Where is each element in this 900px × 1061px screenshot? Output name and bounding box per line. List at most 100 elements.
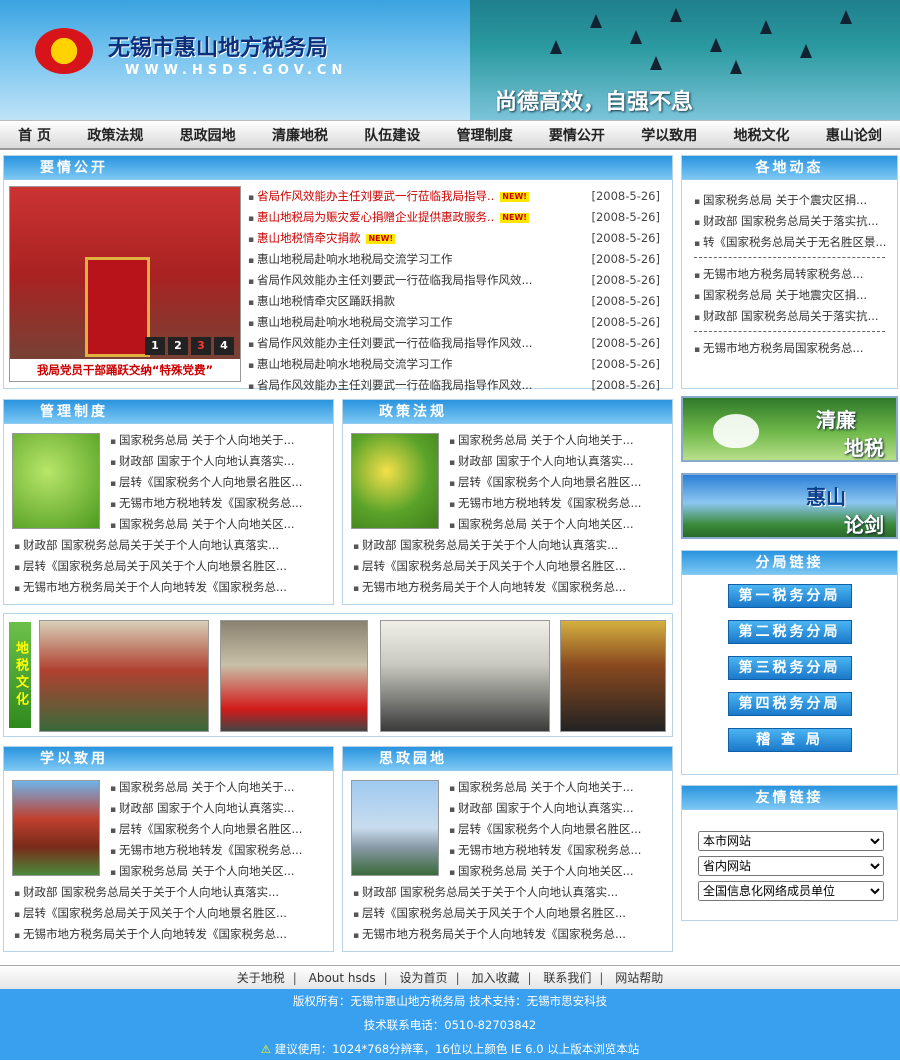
list-item[interactable]: 层转《国家税务个人向地景名胜区... [449,472,667,493]
list-item[interactable]: 无锡市地方税务局关于个人向地转发《国家税务总... [14,924,328,945]
branch-link-2[interactable]: 第二税务分局 [727,620,852,644]
news-item[interactable]: [2008-5-26] 惠山地税情牵灾捐款 NEW! [248,228,666,249]
news-title[interactable]: 惠山地税情牵灾区踊跃捐款 [257,294,395,308]
province-sites-select[interactable]: 省内网站 [698,856,884,876]
footer-link-about[interactable]: 关于地税 [237,971,285,985]
list-item[interactable]: 层转《国家税务个人向地景名胜区... [110,819,328,840]
list-item[interactable]: 财政部 国家于个人向地认真落实... [449,798,667,819]
photo-caption[interactable]: 我局党员干部踊跃交纳“特殊党费” [10,359,240,381]
news-item[interactable]: [2008-5-26] 惠山地税情牵灾区踊跃捐款 [248,291,666,312]
news-item[interactable]: [2008-5-26] 省局作风效能办主任刘要武一行莅临我局指导作风效... [248,270,666,291]
news-photo[interactable]: 1 2 3 4 我局党员干部踊跃交纳“特殊党费” [9,186,241,382]
nav-clean[interactable]: 清廉地税 [272,125,328,145]
nav-home[interactable]: 首 页 [18,125,51,145]
policy-top-list: 国家税务总局 关于个人向地关于... 财政部 国家于个人向地认真落实... 层转… [449,430,667,535]
policy-panel: 政策法规 国家税务总局 关于个人向地关于... 财政部 国家于个人向地认真落实.… [342,399,673,605]
list-item[interactable]: 国家税务总局 关于个人向地关于... [110,430,328,451]
branch-link-5[interactable]: 稽 查 局 [727,728,852,752]
list-item[interactable]: 层转《国家税务总局关于风关于个人向地景名胜区... [353,903,667,924]
news-item[interactable]: [2008-5-26] 省局作风效能办主任刘要武一行莅临我局指导.. NEW! [248,186,666,207]
list-item[interactable]: 国家税务总局 关于个人向地关于... [449,430,667,451]
list-item[interactable]: 财政部 国家税务总局关于关于个人向地认真落实... [353,882,667,903]
nav-team[interactable]: 队伍建设 [364,125,420,145]
news-title[interactable]: 惠山地税局为赈灾爱心捐赠企业提供惠政服务.. [257,210,494,224]
news-title[interactable]: 惠山地税局赴响水地税局交流学习工作 [257,252,453,266]
list-item[interactable]: 无锡市地方税务局国家税务总... [694,338,894,359]
national-sites-select[interactable]: 全国信息化网络成员单位 [698,881,884,901]
list-item[interactable]: 国家税务总局 关于个人向地关区... [110,861,328,882]
list-item[interactable]: 无锡市地方税地转发《国家税务总... [110,840,328,861]
news-title[interactable]: 省局作风效能办主任刘要武一行莅临我局指导作风效... [257,336,532,350]
news-item[interactable]: [2008-5-26] 惠山地税局赴响水地税局交流学习工作 [248,354,666,375]
list-item[interactable]: 国家税务总局 关于个人向地关区... [449,514,667,535]
footer-link-about-en[interactable]: About hsds [309,971,376,985]
nav-culture[interactable]: 地税文化 [734,125,790,145]
culture-photo-1[interactable] [39,620,209,732]
news-item[interactable]: [2008-5-26] 省局作风效能办主任刘要武一行莅临我局指导作风效... [248,375,666,396]
pager-3[interactable]: 3 [191,337,211,355]
branch-link-1[interactable]: 第一税务分局 [727,584,852,608]
list-item[interactable]: 国家税务总局 关于地震灾区捐... [694,285,894,306]
news-title[interactable]: 省局作风效能办主任刘要武一行莅临我局指导作风效... [257,378,532,392]
list-item[interactable]: 财政部 国家税务总局关于关于个人向地认真落实... [14,882,328,903]
culture-photo-2[interactable] [220,620,368,732]
pager-2[interactable]: 2 [168,337,188,355]
nav-thought[interactable]: 思政园地 [180,125,236,145]
list-item[interactable]: 财政部 国家于个人向地认真落实... [110,798,328,819]
list-item[interactable]: 财政部 国家税务总局关于关于个人向地认真落实... [353,535,667,556]
list-item[interactable]: 无锡市地方税地转发《国家税务总... [449,493,667,514]
list-item[interactable]: 财政部 国家于个人向地认真落实... [449,451,667,472]
nav-study[interactable]: 学以致用 [641,125,697,145]
footer-link-contact[interactable]: 联系我们 [543,971,591,985]
news-title[interactable]: 省局作风效能办主任刘要武一行莅临我局指导作风效... [257,273,532,287]
nav-mgmt[interactable]: 管理制度 [457,125,513,145]
news-item[interactable]: [2008-5-26] 省局作风效能办主任刘要武一行莅临我局指导作风效... [248,333,666,354]
news-title[interactable]: 省局作风效能办主任刘要武一行莅临我局指导.. [257,189,494,203]
news-item[interactable]: [2008-5-26] 惠山地税局赴响水地税局交流学习工作 [248,312,666,333]
pager-4[interactable]: 4 [214,337,234,355]
list-item[interactable]: 财政部 国家税务总局关于关于个人向地认真落实... [14,535,328,556]
forum-ad[interactable]: 惠山 论剑 [681,473,898,539]
temple-image [12,780,100,876]
news-item[interactable]: [2008-5-26] 惠山地税局赴响水地税局交流学习工作 [248,249,666,270]
list-item[interactable]: 国家税务总局 关于个人向地关区... [110,514,328,535]
list-item[interactable]: 层转《国家税务个人向地景名胜区... [110,472,328,493]
city-sites-select[interactable]: 本市网站 [698,831,884,851]
list-item[interactable]: 无锡市地方税务局关于个人向地转发《国家税务总... [353,924,667,945]
list-item[interactable]: 国家税务总局 关于个人向地关于... [110,777,328,798]
list-item[interactable]: 无锡市地方税务局关于个人向地转发《国家税务总... [353,577,667,598]
list-item[interactable]: 层转《国家税务总局关于风关于个人向地景名胜区... [14,903,328,924]
footer-link-help[interactable]: 网站帮助 [615,971,663,985]
news-title[interactable]: 惠山地税局赴响水地税局交流学习工作 [257,315,453,329]
list-item[interactable]: 财政部 国家税务总局关于落实抗... [694,306,894,327]
list-item[interactable]: 转《国家税务总局关于无名胜区景... [694,232,894,253]
list-item[interactable]: 层转《国家税务个人向地景名胜区... [449,819,667,840]
list-item[interactable]: 财政部 国家税务总局关于落实抗... [694,211,894,232]
clean-tax-ad[interactable]: 清廉 地税 [681,396,898,462]
list-item[interactable]: 财政部 国家于个人向地认真落实... [110,451,328,472]
list-item[interactable]: 无锡市地方税务局关于个人向地转发《国家税务总... [14,577,328,598]
list-item[interactable]: 国家税务总局 关于个人向地关区... [449,861,667,882]
culture-label[interactable]: 地税文化 [9,622,31,728]
culture-photo-4[interactable] [560,620,666,732]
news-title[interactable]: 惠山地税局赴响水地税局交流学习工作 [257,357,453,371]
list-item[interactable]: 无锡市地方税务局转家税务总... [694,264,894,285]
branch-link-3[interactable]: 第三税务分局 [727,656,852,680]
list-item[interactable]: 无锡市地方税地转发《国家税务总... [110,493,328,514]
list-item[interactable]: 层转《国家税务总局关于风关于个人向地景名胜区... [14,556,328,577]
news-item[interactable]: [2008-5-26] 惠山地税局为赈灾爱心捐赠企业提供惠政服务.. NEW! [248,207,666,228]
nav-news[interactable]: 要情公开 [549,125,605,145]
footer-link-favorite[interactable]: 加入收藏 [471,971,519,985]
pager-1[interactable]: 1 [145,337,165,355]
list-item[interactable]: 国家税务总局 关于个人向地关于... [449,777,667,798]
list-item[interactable]: 无锡市地方税地转发《国家税务总... [449,840,667,861]
footer-link-homepage[interactable]: 设为首页 [400,971,448,985]
branch-link-4[interactable]: 第四税务分局 [727,692,852,716]
list-item[interactable]: 层转《国家税务总局关于风关于个人向地景名胜区... [353,556,667,577]
list-item[interactable]: 国家税务总局 关于个震灾区捐... [694,190,894,211]
new-badge: NEW! [500,191,529,202]
news-title[interactable]: 惠山地税情牵灾捐款 [257,231,361,245]
nav-policy[interactable]: 政策法规 [87,125,143,145]
nav-forum[interactable]: 惠山论剑 [826,125,882,145]
culture-photo-3[interactable] [380,620,550,732]
